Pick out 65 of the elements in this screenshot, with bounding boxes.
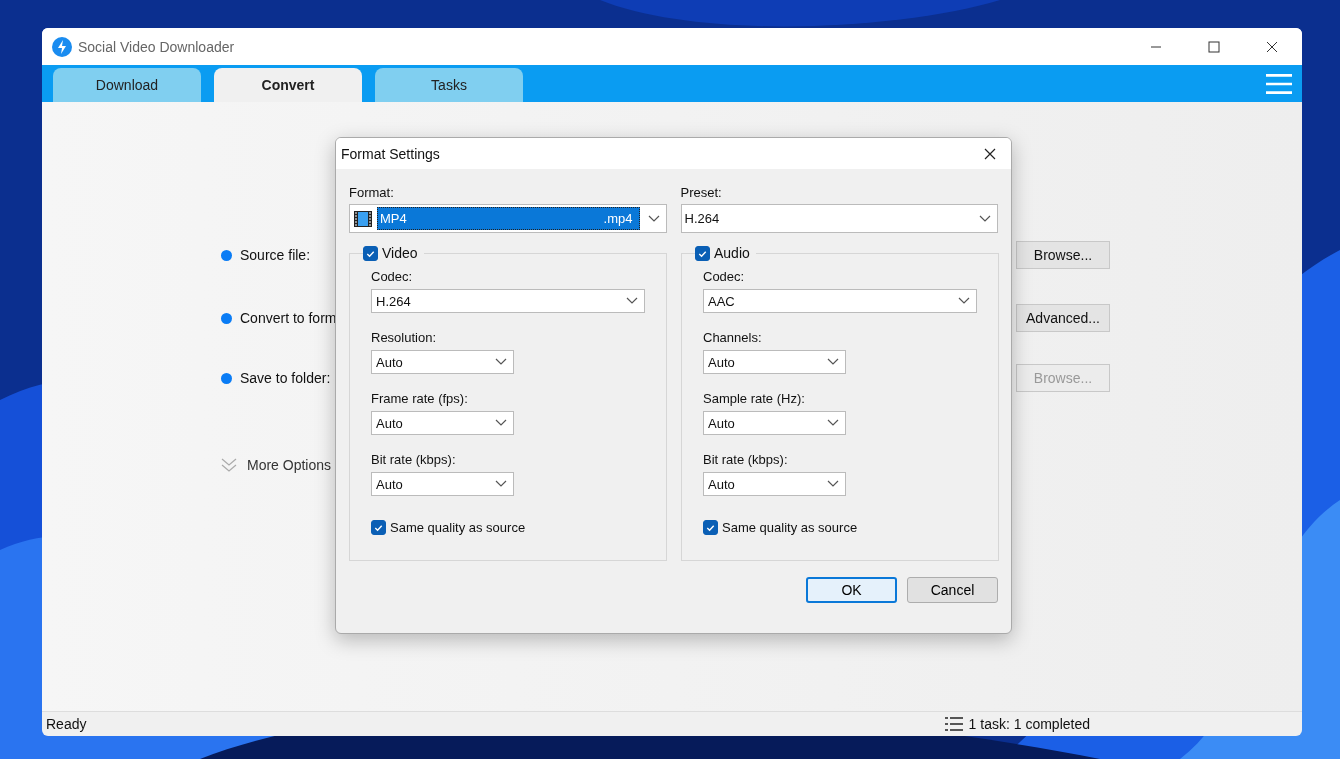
checkbox[interactable] xyxy=(695,245,710,261)
group-title: Video xyxy=(382,245,418,261)
chevron-down-icon xyxy=(495,358,507,366)
dialog-button[interactable]: Cancel xyxy=(907,577,998,603)
field-label: Codec: xyxy=(703,269,746,284)
dropdown[interactable]: Auto xyxy=(371,411,514,435)
chevron-down-icon xyxy=(495,419,507,427)
side-button[interactable]: Advanced... xyxy=(1016,304,1110,332)
dialog-button[interactable]: OK xyxy=(806,577,897,603)
list-icon xyxy=(944,717,963,731)
field-label: Source file: xyxy=(240,247,311,263)
field-label: Resolution: xyxy=(371,330,438,345)
format-label: Format: xyxy=(349,185,395,200)
field-label: Channels: xyxy=(703,330,763,345)
bullet-dot-icon xyxy=(221,372,232,384)
checkmark-icon xyxy=(705,522,716,533)
checkbox[interactable] xyxy=(703,520,718,535)
maximize-icon[interactable] xyxy=(1208,40,1220,53)
checkbox-label: Same quality as source xyxy=(390,520,526,535)
tab[interactable]: Download xyxy=(53,68,201,102)
checkbox[interactable] xyxy=(371,520,386,535)
menu-icon[interactable] xyxy=(1266,72,1292,95)
checkbox-label: Same quality as source xyxy=(722,520,858,535)
task-summary: 1 task: 1 completed xyxy=(968,716,1090,732)
chevron-down-icon xyxy=(827,480,839,488)
dropdown[interactable]: Auto xyxy=(371,350,514,374)
group-title: Audio xyxy=(714,245,750,261)
field-label: Frame rate (fps): xyxy=(371,391,469,406)
dropdown[interactable]: Auto xyxy=(703,411,846,435)
dialog-title: Format Settings xyxy=(341,145,440,162)
dropdown[interactable]: Auto xyxy=(703,472,846,496)
lightning-download-icon xyxy=(52,36,72,57)
format-dropdown[interactable]: MP4 .mp4 xyxy=(349,204,667,233)
preset-dropdown[interactable]: H.264 xyxy=(680,204,998,233)
chevron-down-icon xyxy=(827,358,839,366)
tab[interactable]: Tasks xyxy=(375,68,523,102)
field-label: Save to folder: xyxy=(240,370,331,386)
chevron-down-icon xyxy=(626,297,638,305)
checkbox[interactable] xyxy=(363,245,378,261)
field-label: Bit rate (kbps): xyxy=(371,452,457,467)
dropdown[interactable]: Auto xyxy=(371,472,514,496)
window-title: Social Video Downloader xyxy=(78,38,235,55)
checkmark-icon xyxy=(373,522,384,533)
field-label: Bit rate (kbps): xyxy=(703,452,789,467)
chevron-down-icon xyxy=(958,297,970,305)
chevron-down-icon xyxy=(979,214,991,223)
dropdown[interactable]: Auto xyxy=(703,350,846,374)
close-icon[interactable] xyxy=(984,147,996,160)
close-icon[interactable] xyxy=(1266,40,1278,53)
dropdown[interactable]: H.264 xyxy=(371,289,645,313)
bullet-dot-icon xyxy=(221,249,232,261)
field-label: Sample rate (Hz): xyxy=(703,391,806,406)
more-options-link[interactable]: More Options xyxy=(247,457,332,473)
chevron-down-icon xyxy=(827,419,839,427)
tab[interactable]: Convert xyxy=(214,68,362,102)
chevron-down-icon xyxy=(495,480,507,488)
chevron-down-icon xyxy=(647,214,660,223)
bullet-dot-icon xyxy=(221,312,232,324)
side-button[interactable]: Browse... xyxy=(1016,241,1110,269)
field-label: Convert to form xyxy=(240,310,337,326)
preset-label: Preset: xyxy=(680,185,723,200)
field-label: Codec: xyxy=(371,269,414,284)
film-icon xyxy=(353,208,373,229)
dropdown[interactable]: AAC xyxy=(703,289,977,313)
status-text: Ready xyxy=(46,716,87,732)
